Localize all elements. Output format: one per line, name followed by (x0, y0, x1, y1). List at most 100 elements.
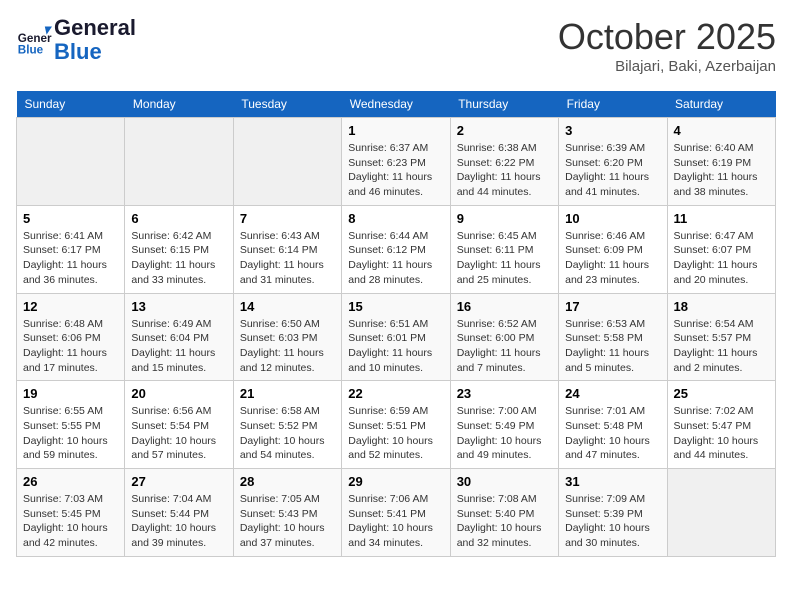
calendar-cell (233, 118, 341, 206)
calendar-cell: 25Sunrise: 7:02 AM Sunset: 5:47 PM Dayli… (667, 381, 775, 469)
title-block: October 2025 Bilajari, Baki, Azerbaijan (558, 16, 776, 75)
calendar-cell: 17 Sunrise: 6:53 AM Sunset: 5:58 PM Dayli… (559, 293, 667, 381)
logo-icon: General Blue (16, 22, 52, 58)
day-details: Sunrise: 7:01 AM Sunset: 5:48 PM Dayligh… (565, 404, 660, 463)
day-details: Sunrise: 6:39 AM Sunset: 6:20 PM Dayligh… (565, 141, 660, 200)
day-number: 10 (565, 211, 660, 226)
day-details: Sunrise: 6:45 AM Sunset: 6:11 PM Dayligh… (457, 229, 552, 288)
day-details: Sunrise: 6:51 AM Sunset: 6:01 PM Dayligh… (348, 317, 443, 376)
day-details: Sunrise: 7:04 AM Sunset: 5:44 PM Dayligh… (131, 492, 226, 551)
calendar-cell: 15 Sunrise: 6:51 AM Sunset: 6:01 PM Dayli… (342, 293, 450, 381)
calendar-cell: 4 Sunrise: 6:40 AM Sunset: 6:19 PM Daylig… (667, 118, 775, 206)
week-row-3: 12 Sunrise: 6:48 AM Sunset: 6:06 PM Dayli… (17, 293, 776, 381)
location: Bilajari, Baki, Azerbaijan (558, 58, 776, 75)
week-row-4: 19Sunrise: 6:55 AM Sunset: 5:55 PM Dayli… (17, 381, 776, 469)
calendar-cell: 9 Sunrise: 6:45 AM Sunset: 6:11 PM Daylig… (450, 205, 558, 293)
day-number: 13 (131, 299, 226, 314)
calendar-cell: 22Sunrise: 6:59 AM Sunset: 5:51 PM Dayli… (342, 381, 450, 469)
calendar-cell: 1 Sunrise: 6:37 AM Sunset: 6:23 PM Daylig… (342, 118, 450, 206)
calendar-cell: 16 Sunrise: 6:52 AM Sunset: 6:00 PM Dayli… (450, 293, 558, 381)
day-number: 1 (348, 123, 443, 138)
day-details: Sunrise: 6:41 AM Sunset: 6:17 PM Dayligh… (23, 229, 118, 288)
page-header: General Blue General Blue October 2025 B… (16, 16, 776, 75)
day-details: Sunrise: 7:05 AM Sunset: 5:43 PM Dayligh… (240, 492, 335, 551)
day-number: 17 (565, 299, 660, 314)
day-number: 12 (23, 299, 118, 314)
day-number: 31 (565, 474, 660, 489)
day-number: 29 (348, 474, 443, 489)
day-details: Sunrise: 6:38 AM Sunset: 6:22 PM Dayligh… (457, 141, 552, 200)
day-details: Sunrise: 6:46 AM Sunset: 6:09 PM Dayligh… (565, 229, 660, 288)
day-details: Sunrise: 6:43 AM Sunset: 6:14 PM Dayligh… (240, 229, 335, 288)
calendar-cell: 21Sunrise: 6:58 AM Sunset: 5:52 PM Dayli… (233, 381, 341, 469)
day-number: 20 (131, 386, 226, 401)
day-number: 24 (565, 386, 660, 401)
weekday-tuesday: Tuesday (233, 91, 341, 118)
day-number: 5 (23, 211, 118, 226)
day-number: 3 (565, 123, 660, 138)
day-details: Sunrise: 6:56 AM Sunset: 5:54 PM Dayligh… (131, 404, 226, 463)
svg-text:Blue: Blue (18, 44, 44, 57)
calendar-cell: 19Sunrise: 6:55 AM Sunset: 5:55 PM Dayli… (17, 381, 125, 469)
day-number: 23 (457, 386, 552, 401)
logo-text: General Blue (54, 16, 136, 64)
calendar-cell: 14Sunrise: 6:50 AM Sunset: 6:03 PM Dayli… (233, 293, 341, 381)
weekday-friday: Friday (559, 91, 667, 118)
day-number: 27 (131, 474, 226, 489)
day-details: Sunrise: 6:52 AM Sunset: 6:00 PM Dayligh… (457, 317, 552, 376)
day-details: Sunrise: 6:55 AM Sunset: 5:55 PM Dayligh… (23, 404, 118, 463)
day-details: Sunrise: 7:03 AM Sunset: 5:45 PM Dayligh… (23, 492, 118, 551)
day-details: Sunrise: 7:06 AM Sunset: 5:41 PM Dayligh… (348, 492, 443, 551)
day-number: 18 (674, 299, 769, 314)
day-number: 9 (457, 211, 552, 226)
day-details: Sunrise: 6:48 AM Sunset: 6:06 PM Dayligh… (23, 317, 118, 376)
calendar-body: 1 Sunrise: 6:37 AM Sunset: 6:23 PM Daylig… (17, 118, 776, 557)
calendar-cell (667, 469, 775, 557)
day-details: Sunrise: 6:37 AM Sunset: 6:23 PM Dayligh… (348, 141, 443, 200)
day-details: Sunrise: 6:40 AM Sunset: 6:19 PM Dayligh… (674, 141, 769, 200)
calendar-cell: 28 Sunrise: 7:05 AM Sunset: 5:43 PM Dayli… (233, 469, 341, 557)
day-details: Sunrise: 6:59 AM Sunset: 5:51 PM Dayligh… (348, 404, 443, 463)
calendar-cell: 7Sunrise: 6:43 AM Sunset: 6:14 PM Daylig… (233, 205, 341, 293)
calendar-cell: 27 Sunrise: 7:04 AM Sunset: 5:44 PM Dayli… (125, 469, 233, 557)
day-details: Sunrise: 6:49 AM Sunset: 6:04 PM Dayligh… (131, 317, 226, 376)
day-number: 6 (131, 211, 226, 226)
day-details: Sunrise: 7:00 AM Sunset: 5:49 PM Dayligh… (457, 404, 552, 463)
day-details: Sunrise: 6:53 AM Sunset: 5:58 PM Dayligh… (565, 317, 660, 376)
day-number: 26 (23, 474, 118, 489)
calendar-cell: 20 Sunrise: 6:56 AM Sunset: 5:54 PM Dayli… (125, 381, 233, 469)
weekday-monday: Monday (125, 91, 233, 118)
day-details: Sunrise: 6:54 AM Sunset: 5:57 PM Dayligh… (674, 317, 769, 376)
day-number: 28 (240, 474, 335, 489)
day-number: 8 (348, 211, 443, 226)
day-number: 4 (674, 123, 769, 138)
day-number: 15 (348, 299, 443, 314)
day-details: Sunrise: 6:47 AM Sunset: 6:07 PM Dayligh… (674, 229, 769, 288)
calendar-cell: 18 Sunrise: 6:54 AM Sunset: 5:57 PM Dayli… (667, 293, 775, 381)
calendar-cell: 26 Sunrise: 7:03 AM Sunset: 5:45 PM Dayli… (17, 469, 125, 557)
calendar-cell: 13 Sunrise: 6:49 AM Sunset: 6:04 PM Dayli… (125, 293, 233, 381)
weekday-wednesday: Wednesday (342, 91, 450, 118)
calendar-cell: 12 Sunrise: 6:48 AM Sunset: 6:06 PM Dayli… (17, 293, 125, 381)
day-number: 16 (457, 299, 552, 314)
day-number: 11 (674, 211, 769, 226)
calendar-table: SundayMondayTuesdayWednesdayThursdayFrid… (16, 91, 776, 557)
calendar-cell: 6Sunrise: 6:42 AM Sunset: 6:15 PM Daylig… (125, 205, 233, 293)
calendar-cell: 23 Sunrise: 7:00 AM Sunset: 5:49 PM Dayli… (450, 381, 558, 469)
calendar-cell (17, 118, 125, 206)
week-row-2: 5 Sunrise: 6:41 AM Sunset: 6:17 PM Daylig… (17, 205, 776, 293)
calendar-cell: 29 Sunrise: 7:06 AM Sunset: 5:41 PM Dayli… (342, 469, 450, 557)
week-row-1: 1 Sunrise: 6:37 AM Sunset: 6:23 PM Daylig… (17, 118, 776, 206)
weekday-header-row: SundayMondayTuesdayWednesdayThursdayFrid… (17, 91, 776, 118)
day-number: 30 (457, 474, 552, 489)
calendar-cell: 8 Sunrise: 6:44 AM Sunset: 6:12 PM Daylig… (342, 205, 450, 293)
day-details: Sunrise: 6:44 AM Sunset: 6:12 PM Dayligh… (348, 229, 443, 288)
day-details: Sunrise: 7:02 AM Sunset: 5:47 PM Dayligh… (674, 404, 769, 463)
weekday-thursday: Thursday (450, 91, 558, 118)
day-number: 2 (457, 123, 552, 138)
calendar-cell: 31Sunrise: 7:09 AM Sunset: 5:39 PM Dayli… (559, 469, 667, 557)
calendar-cell: 5 Sunrise: 6:41 AM Sunset: 6:17 PM Daylig… (17, 205, 125, 293)
calendar-cell: 11 Sunrise: 6:47 AM Sunset: 6:07 PM Dayli… (667, 205, 775, 293)
calendar-cell: 3 Sunrise: 6:39 AM Sunset: 6:20 PM Daylig… (559, 118, 667, 206)
day-details: Sunrise: 7:08 AM Sunset: 5:40 PM Dayligh… (457, 492, 552, 551)
